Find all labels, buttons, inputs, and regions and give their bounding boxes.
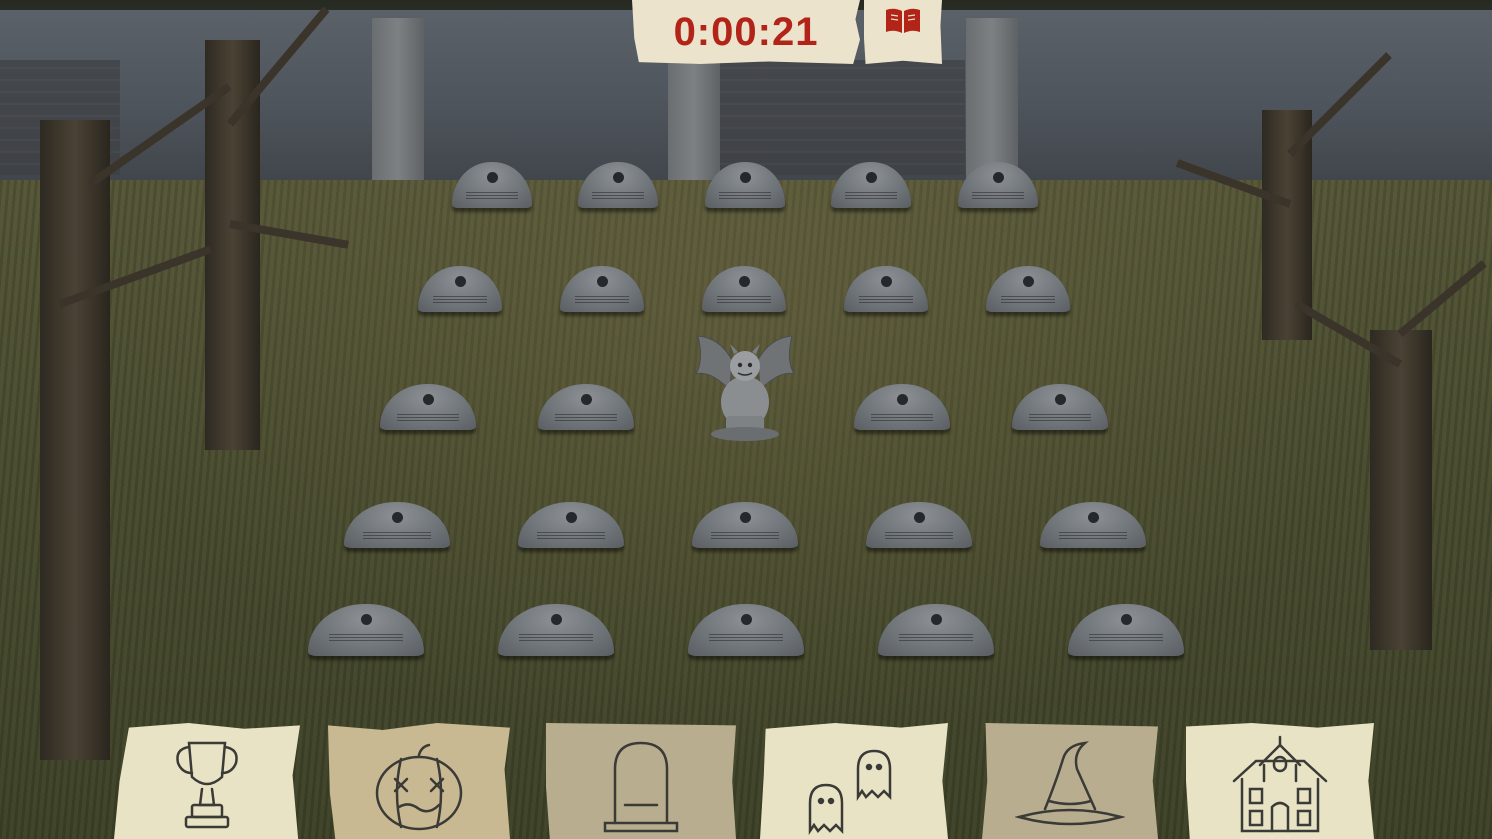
tab-trophy[interactable] <box>114 723 300 839</box>
rules-book-button[interactable] <box>864 0 942 64</box>
trophy-icon <box>172 735 242 835</box>
gargoyle-piece[interactable] <box>690 330 800 442</box>
tab-witch-hat[interactable] <box>982 723 1158 839</box>
tab-pumpkin[interactable] <box>328 723 510 839</box>
ghosts-icon <box>804 745 904 835</box>
dead-tree <box>40 120 110 760</box>
wall-pillar <box>372 18 424 192</box>
jack-o-lantern-icon <box>371 743 467 835</box>
dead-tree <box>1370 330 1432 650</box>
tab-tombstone[interactable] <box>546 723 736 839</box>
wall-bricks <box>720 60 965 175</box>
tombstone-icon <box>601 739 681 835</box>
tab-haunted-house[interactable] <box>1186 723 1374 839</box>
timer-panel: 0:00:21 <box>632 0 860 64</box>
open-book-icon <box>883 6 923 41</box>
haunted-house-icon <box>1230 735 1330 835</box>
timer-display: 0:00:21 <box>673 9 819 54</box>
tab-ghosts[interactable] <box>760 723 948 839</box>
witch-hat-icon <box>1015 739 1125 835</box>
